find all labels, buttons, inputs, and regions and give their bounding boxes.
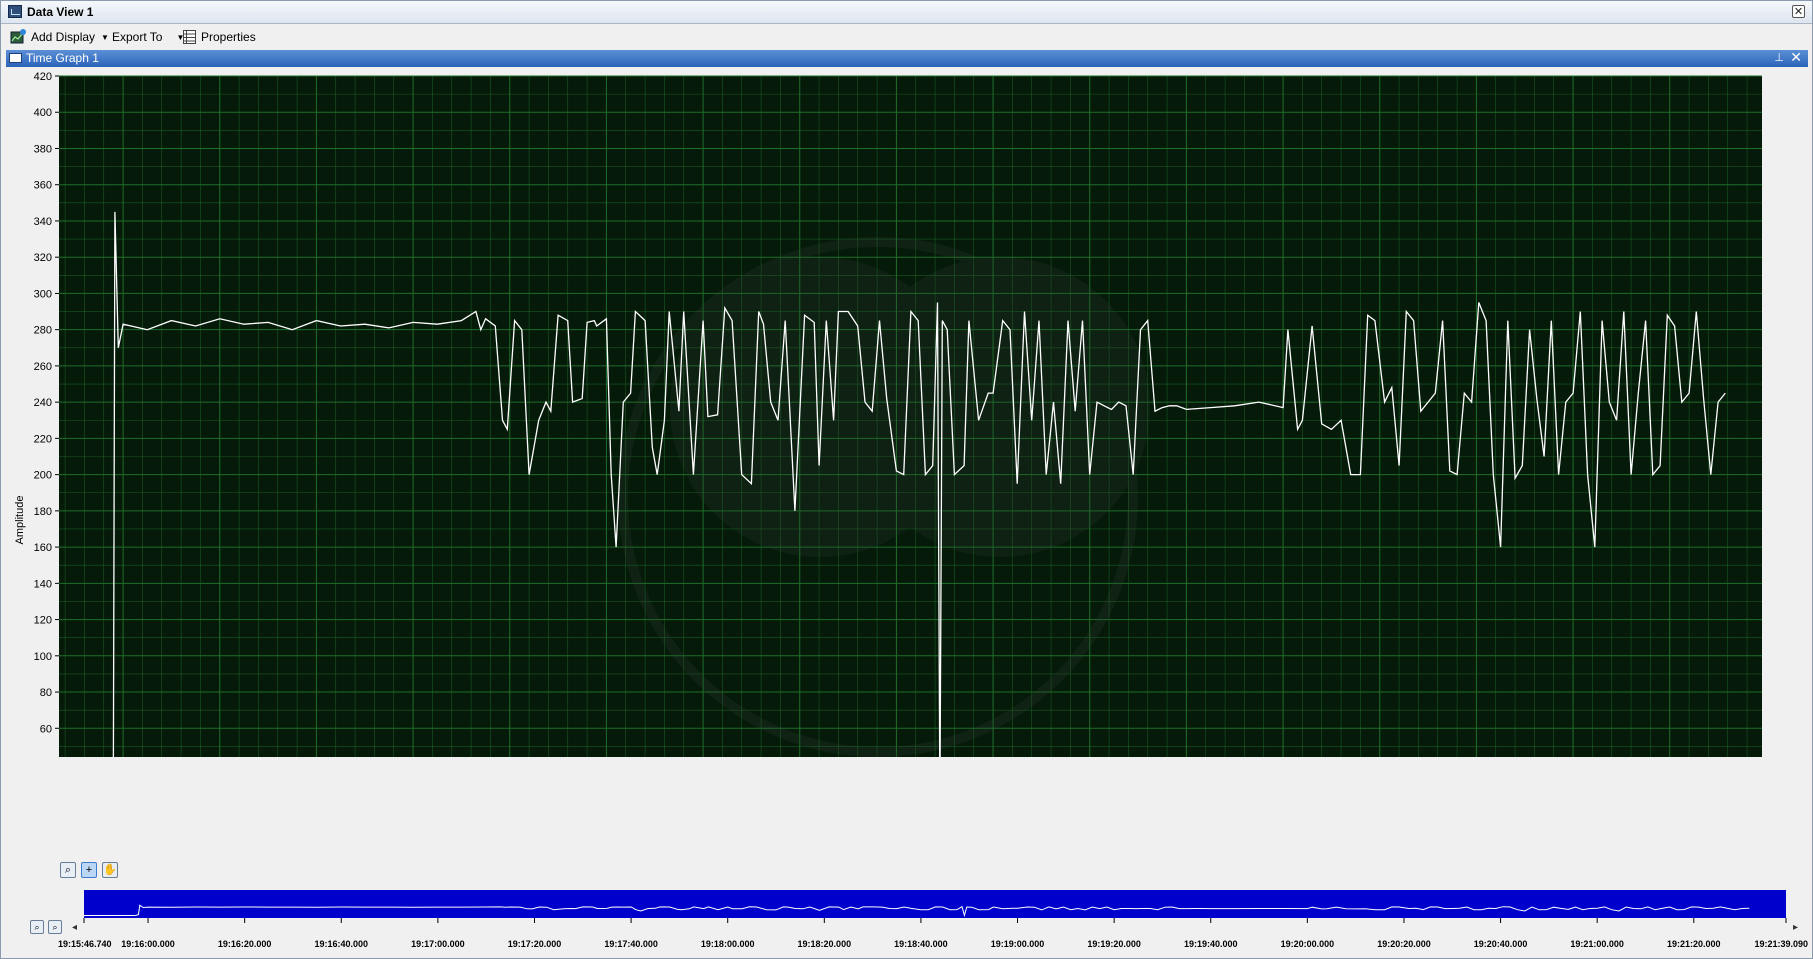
scroll-left-arrow[interactable]: ◂ — [72, 922, 77, 933]
y-tick-label: 180 — [34, 506, 52, 518]
y-tick-label: 200 — [34, 470, 52, 482]
overview-tick-label: 19:17:20.000 — [508, 939, 562, 949]
y-tick-label: 100 — [34, 651, 52, 663]
y-tick-label: 60 — [40, 723, 52, 735]
overview-tick-label: 19:18:40.000 — [894, 939, 948, 949]
overview-strip[interactable]: 19:15:46.740 19:16:00.000 19:16:20.000 19:1… — [0, 888, 1813, 954]
y-tick-label: 220 — [34, 433, 52, 445]
y-tick-label: 160 — [34, 542, 52, 554]
overview-tick-label: 19:15:46.740 — [58, 939, 112, 949]
overview-tick-label: 19:21:00.000 — [1570, 939, 1624, 949]
panel-title: Time Graph 1 — [26, 51, 99, 65]
y-tick-label: 300 — [34, 288, 52, 300]
overview-zoom-out-button[interactable]: ⌕ — [30, 920, 44, 934]
overview-tick-label: 19:20:20.000 — [1377, 939, 1431, 949]
chevron-down-icon: ▼ — [101, 32, 109, 42]
export-to-button[interactable]: Export To ▼ — [112, 29, 184, 45]
overview-background[interactable] — [84, 890, 1786, 918]
y-tick-label: 400 — [34, 107, 52, 119]
zoom-out-icon: ⌕ — [64, 864, 72, 876]
overview-tick-label: 19:16:00.000 — [121, 939, 175, 949]
graph-panel-header: Time Graph 1 ⊥ ✕ — [6, 49, 1808, 67]
overview-tick-label: 19:20:00.000 — [1281, 939, 1335, 949]
y-tick-label: 260 — [34, 361, 52, 373]
toolbar: Add Display ▼ Export To ▼ Properties — [0, 25, 1813, 49]
zoom-out-button[interactable]: ⌕ — [60, 862, 76, 878]
y-tick-label: 380 — [34, 143, 52, 155]
y-tick-label: 280 — [34, 325, 52, 337]
window-title: Data View 1 — [27, 5, 94, 19]
zoom-in-icon: ⌕ — [52, 922, 58, 932]
pan-button[interactable]: ✋ — [102, 862, 118, 878]
data-view-icon — [8, 5, 22, 18]
window-titlebar: Data View 1 ✕ — [0, 0, 1813, 24]
overview-tick-label: 19:19:00.000 — [991, 939, 1045, 949]
hand-pan-icon: ✋ — [103, 864, 117, 876]
watermark-circle-right — [850, 257, 1150, 557]
overview-tick-label: 19:17:00.000 — [411, 939, 465, 949]
crosshair-button[interactable]: + — [81, 862, 97, 878]
overview-tick-label: 19:20:40.000 — [1474, 939, 1528, 949]
close-icon: ✕ — [1793, 6, 1804, 18]
properties-grid-icon — [183, 30, 196, 44]
add-display-label: Add Display — [31, 30, 96, 44]
scroll-right-arrow[interactable]: ▸ — [1793, 922, 1798, 933]
y-tick-label: 120 — [34, 615, 52, 627]
pin-icon[interactable]: ⊥ — [1774, 51, 1784, 64]
overview-zoom-in-button[interactable]: ⌕ — [48, 920, 62, 934]
chart-add-icon — [10, 29, 26, 44]
crosshair-icon: + — [85, 864, 93, 876]
export-to-label: Export To — [112, 30, 163, 44]
zoom-out-icon: ⌕ — [34, 922, 40, 932]
y-tick-label: 340 — [34, 216, 52, 228]
overview-tick-label: 19:16:20.000 — [218, 939, 272, 949]
y-tick-label: 360 — [34, 180, 52, 192]
overview-tick-label: 19:21:20.000 — [1667, 939, 1721, 949]
time-graph-icon — [9, 53, 22, 63]
add-display-button[interactable]: Add Display ▼ — [31, 29, 109, 45]
y-tick-label: 140 — [34, 578, 52, 590]
y-tick-label: 420 — [34, 71, 52, 83]
properties-button[interactable]: Properties — [201, 29, 256, 45]
y-tick-label: 80 — [40, 687, 52, 699]
overview-tick-label: 19:19:20.000 — [1087, 939, 1141, 949]
y-tick-label: 240 — [34, 397, 52, 409]
overview-tick-label: 19:21:39.090 — [1754, 939, 1808, 949]
window-close-button[interactable]: ✕ — [1792, 5, 1805, 18]
overview-tick-label: 19:19:40.000 — [1184, 939, 1238, 949]
overview-tick-label: 19:18:20.000 — [798, 939, 852, 949]
y-axis-label: Amplitude — [14, 496, 26, 545]
overview-tick-label: 19:17:40.000 — [604, 939, 658, 949]
overview-tick-label: 19:18:00.000 — [701, 939, 755, 949]
y-tick-label: 320 — [34, 252, 52, 264]
panel-close-icon[interactable]: ✕ — [1790, 49, 1802, 66]
overview-tick-label: 19:16:40.000 — [314, 939, 368, 949]
time-graph-chart[interactable]: 0204060801001201401601802002202402602803… — [0, 67, 1813, 757]
